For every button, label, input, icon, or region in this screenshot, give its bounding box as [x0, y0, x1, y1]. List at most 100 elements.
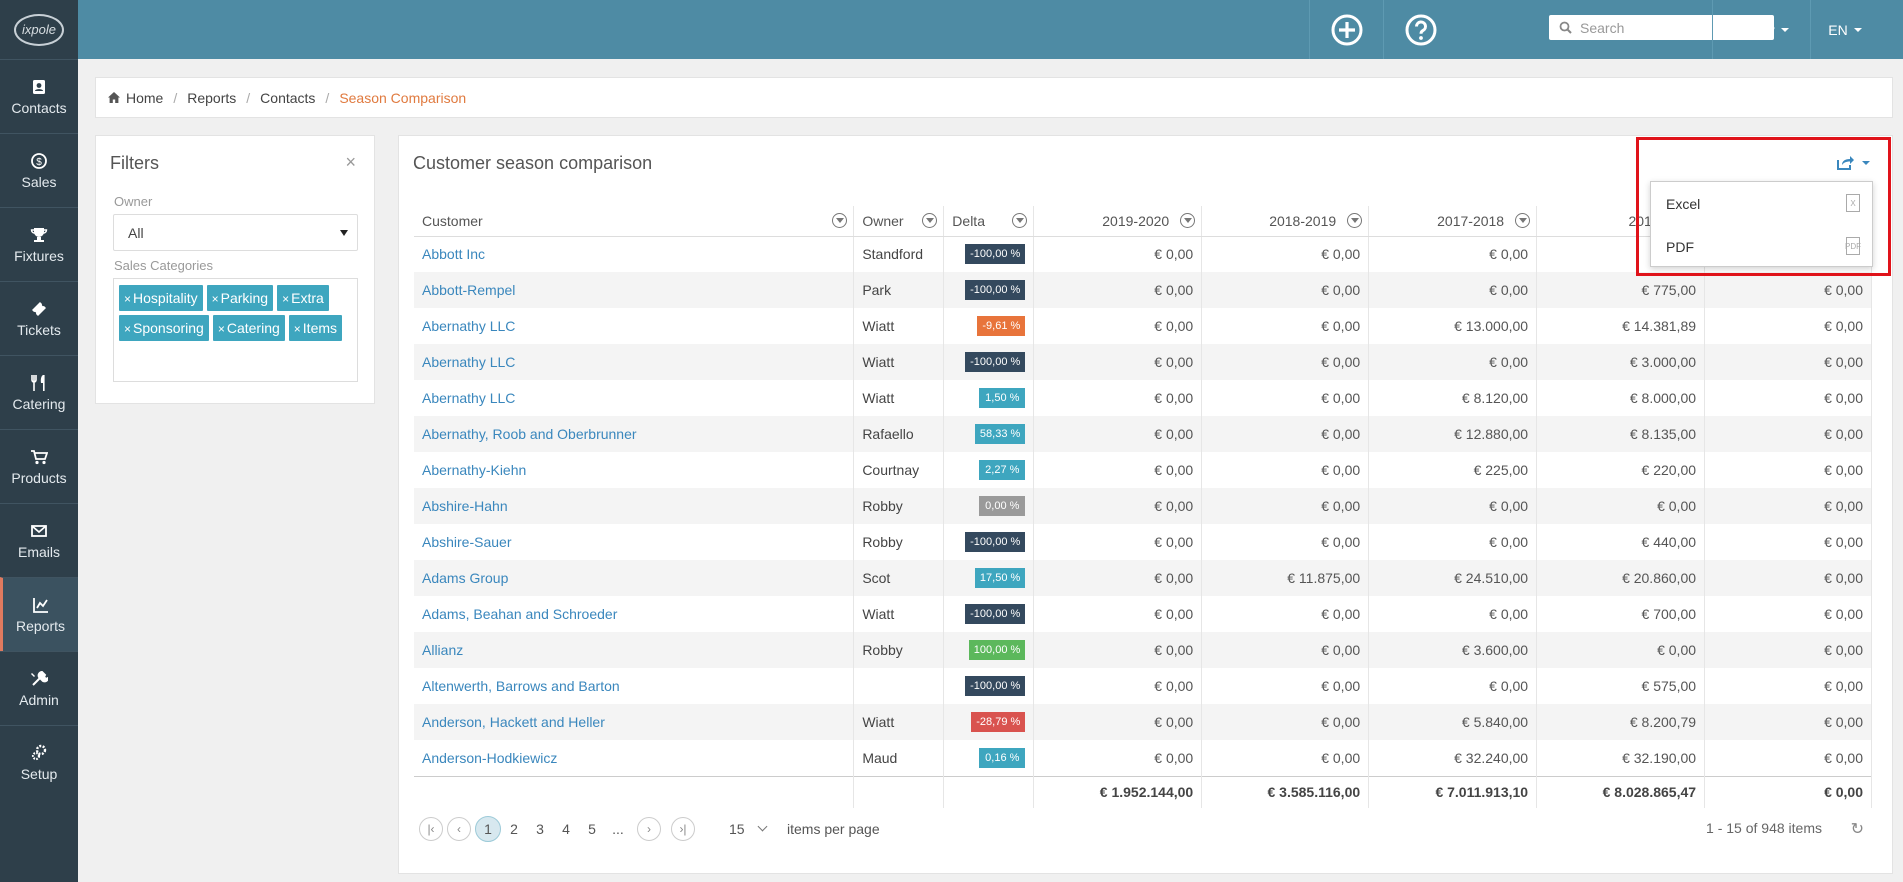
help-button[interactable] — [1383, 0, 1457, 59]
user-menu[interactable]: Robby — [1712, 0, 1810, 59]
column-header[interactable]: Delta — [943, 206, 1035, 237]
column-header[interactable]: 2019-2020 — [1033, 206, 1203, 237]
season-value-cell: € 0,00 — [1368, 596, 1538, 632]
sidebar-item-fixtures[interactable]: Fixtures — [0, 207, 78, 281]
season-value-cell: € 0,00 — [1536, 632, 1706, 668]
owner-cell: Courtnay — [853, 452, 945, 488]
tag-label: Catering — [226, 320, 280, 336]
column-header[interactable]: Customer — [414, 206, 855, 237]
season-value-cell: € 0,00 — [1704, 416, 1872, 452]
page-number[interactable]: 1 — [475, 816, 501, 842]
plus-circle-icon — [1331, 14, 1362, 45]
season-value-cell: € 11.875,00 — [1201, 560, 1370, 596]
customer-link[interactable]: Abbott-Rempel — [422, 282, 515, 298]
language-menu[interactable]: EN — [1810, 0, 1879, 59]
sidebar-item-catering[interactable]: Catering — [0, 355, 78, 429]
sidebar-item-setup[interactable]: Setup — [0, 725, 78, 799]
refresh-icon[interactable]: ↻ — [1851, 819, 1864, 839]
delta-badge: 100,00 % — [968, 640, 1026, 660]
season-value-cell: € 440,00 — [1536, 524, 1706, 560]
delta-cell: -100,00 % — [943, 272, 1035, 308]
first-page-button[interactable]: |‹ — [419, 817, 443, 841]
filter-icon[interactable] — [922, 213, 938, 228]
season-value-cell: € 8.120,00 — [1368, 380, 1538, 416]
page-number[interactable]: 4 — [553, 821, 579, 837]
column-header[interactable]: Owner — [853, 206, 945, 237]
add-button[interactable] — [1309, 0, 1383, 59]
filter-icon[interactable] — [1180, 213, 1196, 228]
next-page-button[interactable]: › — [637, 817, 661, 841]
sidebar-item-sales[interactable]: $ Sales — [0, 133, 78, 207]
sidebar-item-admin[interactable]: Admin — [0, 651, 78, 725]
page-number[interactable]: ... — [605, 821, 631, 837]
owner-select[interactable]: All — [113, 214, 358, 251]
season-value-cell: € 0,00 — [1704, 344, 1872, 380]
sidebar-item-products[interactable]: Products — [0, 429, 78, 503]
fork-knife-icon — [31, 374, 45, 391]
category-tag[interactable]: × Extra — [277, 285, 329, 311]
sidebar-item-contacts[interactable]: Contacts — [0, 59, 78, 133]
customer-link[interactable]: Adams Group — [422, 570, 508, 586]
filter-icon[interactable] — [1515, 213, 1531, 228]
page-number[interactable]: 5 — [579, 821, 605, 837]
customer-link[interactable]: Anderson-Hodkiewicz — [422, 750, 557, 766]
column-header[interactable]: 2017-2018 — [1368, 206, 1538, 237]
remove-tag-icon[interactable]: × — [124, 322, 131, 336]
customer-link[interactable]: Abernathy LLC — [422, 390, 515, 406]
filters-panel: Filters × Owner All Sales Categories × Ho… — [95, 135, 375, 404]
remove-tag-icon[interactable]: × — [282, 292, 289, 306]
filter-icon[interactable] — [1012, 213, 1028, 228]
filter-icon[interactable] — [832, 213, 848, 228]
prev-page-button[interactable]: ‹ — [447, 817, 471, 841]
breadcrumb-reports[interactable]: Reports — [187, 90, 236, 106]
table-row: Adams, Beahan and Schroeder Wiatt -100,00 … — [414, 596, 1872, 632]
last-page-button[interactable]: ›| — [671, 817, 695, 841]
page-number[interactable]: 2 — [501, 821, 527, 837]
column-header[interactable]: 2018-2019 — [1201, 206, 1370, 237]
sidebar-item-label: Setup — [20, 765, 58, 782]
season-value-cell: € 14.381,89 — [1536, 308, 1706, 344]
owner-cell: Scot — [853, 560, 945, 596]
customer-link[interactable]: Abernathy-Kiehn — [422, 462, 526, 478]
sidebar-item-reports[interactable]: Reports — [0, 577, 78, 651]
customer-link[interactable]: Abshire-Hahn — [422, 498, 508, 514]
customer-link[interactable]: Abbott Inc — [422, 246, 485, 262]
category-tag[interactable]: × Catering — [212, 315, 285, 341]
customer-link[interactable]: Anderson, Hackett and Heller — [422, 714, 605, 730]
category-tag[interactable]: × Sponsoring — [119, 315, 209, 341]
category-tag[interactable]: × Items — [288, 315, 343, 341]
sidebar-item-label: Tickets — [17, 321, 61, 338]
app-logo[interactable]: ixpole — [0, 0, 78, 59]
customer-link[interactable]: Abernathy, Roob and Oberbrunner — [422, 426, 637, 442]
items-count: 1 - 15 of 948 items — [1706, 820, 1822, 836]
remove-tag-icon[interactable]: × — [124, 292, 131, 306]
breadcrumb-home[interactable]: Home — [126, 90, 163, 106]
season-value-cell: € 3.000,00 — [1536, 344, 1706, 380]
remove-tag-icon[interactable]: × — [212, 292, 219, 306]
customer-link[interactable]: Abernathy LLC — [422, 318, 515, 334]
remove-tag-icon[interactable]: × — [218, 322, 225, 336]
customer-link[interactable]: Adams, Beahan and Schroeder — [422, 606, 617, 622]
customer-link[interactable]: Allianz — [422, 642, 463, 658]
tag-label: Parking — [220, 290, 269, 306]
sales-categories-input[interactable]: × Hospitality × Parking × Extra× Sponsoring × Ca… — [113, 278, 358, 382]
category-tag[interactable]: × Hospitality — [119, 285, 203, 311]
ticket-icon — [32, 301, 46, 316]
remove-tag-icon[interactable]: × — [294, 322, 301, 336]
customer-link[interactable]: Altenwerth, Barrows and Barton — [422, 678, 620, 694]
breadcrumb-contacts[interactable]: Contacts — [260, 90, 315, 106]
cart-icon — [31, 449, 48, 464]
customer-link[interactable]: Abernathy LLC — [422, 354, 515, 370]
category-tag[interactable]: × Parking — [206, 285, 274, 311]
breadcrumb-current: Season Comparison — [339, 89, 467, 106]
close-icon[interactable]: × — [345, 152, 356, 173]
page-number[interactable]: 3 — [527, 821, 553, 837]
page-size-select[interactable]: 15 — [729, 821, 769, 837]
sidebar-item-tickets[interactable]: Tickets — [0, 281, 78, 355]
season-value-cell: € 0,00 — [1201, 272, 1370, 308]
breadcrumb: Home / Reports / Contacts / Season Compa… — [95, 77, 1893, 118]
customer-link[interactable]: Abshire-Sauer — [422, 534, 512, 550]
season-value-cell: € 575,00 — [1536, 668, 1706, 704]
filter-icon[interactable] — [1347, 213, 1363, 228]
sidebar-item-emails[interactable]: Emails — [0, 503, 78, 577]
